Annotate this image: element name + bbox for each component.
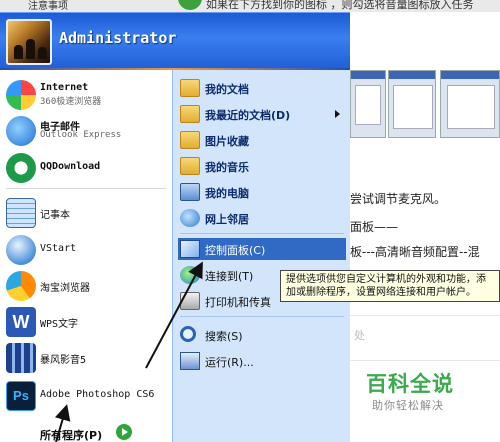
- arrow-to-control-panel: [145, 261, 203, 369]
- annotation-arrows: [54, 261, 203, 442]
- arrow-to-all-programs: [54, 404, 71, 442]
- screen: 注意事项 如果在下方找到你的图标 ，则勾选将音量图标放入任务 尝试调节麦克风。 …: [0, 0, 500, 442]
